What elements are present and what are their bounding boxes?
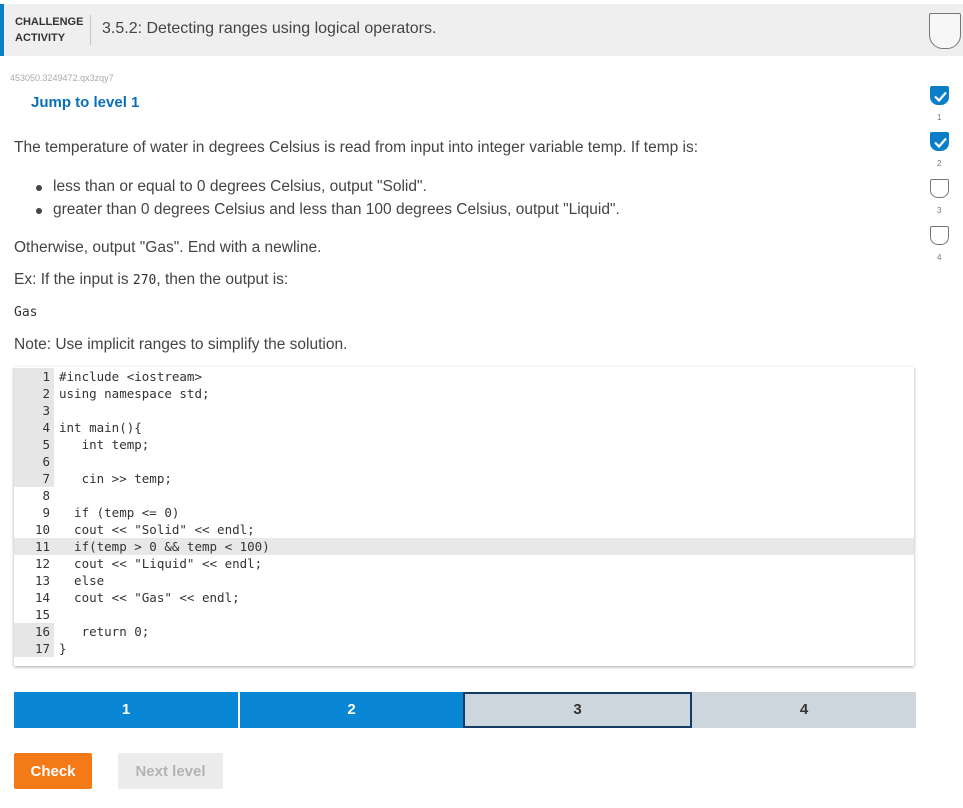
level-number: 2 <box>937 159 942 168</box>
example-suffix: , then the output is: <box>156 271 289 288</box>
line-number: 4 <box>14 419 54 436</box>
level-number: 3 <box>937 206 942 215</box>
level-2-status: 2 <box>930 132 950 168</box>
code-text: int main(){ <box>59 420 142 435</box>
line-number: 9 <box>42 505 50 520</box>
line-number: 16 <box>14 623 54 640</box>
level-progress-bar: 1 2 3 4 <box>14 692 916 728</box>
line-number: 10 <box>34 522 50 537</box>
code-line: 5 int temp; <box>14 436 914 453</box>
line-number: 12 <box>34 556 50 571</box>
example-text: Ex: If the input is 270, then the output… <box>14 271 288 289</box>
code-editor[interactable]: 1 #include <iostream> 2 using namespace st… <box>14 367 914 666</box>
activity-type-label: CHALLENGE ACTIVITY <box>15 14 85 46</box>
code-line[interactable]: 13 else <box>14 572 914 589</box>
code-text[interactable]: cout << "Solid" << endl; <box>59 521 255 538</box>
sample-output: Gas <box>14 305 38 320</box>
line-number: 13 <box>34 573 50 588</box>
jump-to-level-link[interactable]: Jump to level 1 <box>31 94 139 111</box>
line-number: 3 <box>14 402 54 419</box>
activity-type-line1: CHALLENGE <box>15 16 84 28</box>
level-3-status: 3 <box>930 179 950 215</box>
line-number: 15 <box>34 607 50 622</box>
condition-item: greater than 0 degrees Celsius and less … <box>32 201 620 224</box>
line-number: 17 <box>14 640 54 657</box>
problem-prompt: The temperature of water in degrees Cels… <box>14 139 699 156</box>
note-text: Note: Use implicit ranges to simplify th… <box>14 336 348 353</box>
code-text[interactable]: if (temp <= 0) <box>59 504 179 521</box>
code-text[interactable]: if(temp > 0 && temp < 100) <box>59 538 270 555</box>
check-button[interactable]: Check <box>14 753 92 789</box>
line-number: 14 <box>34 590 50 605</box>
activity-title: 3.5.2: Detecting ranges using logical op… <box>102 20 437 37</box>
example-input: 270 <box>132 273 157 288</box>
line-number: 5 <box>14 436 54 453</box>
code-text[interactable]: cout << "Gas" << endl; <box>59 589 240 606</box>
example-prefix: Ex: If the input is <box>14 271 133 288</box>
code-text: return 0; <box>59 624 150 639</box>
code-line: 2 using namespace std; <box>14 385 914 402</box>
activity-type-line2: ACTIVITY <box>15 32 66 44</box>
next-level-button[interactable]: Next level <box>118 753 223 789</box>
code-text: cin >> temp; <box>59 471 172 486</box>
progress-level-4[interactable]: 4 <box>692 692 916 728</box>
code-text: } <box>59 641 67 656</box>
code-line: 7 cin >> temp; <box>14 470 914 487</box>
code-line[interactable]: 9 if (temp <= 0) <box>14 504 914 521</box>
line-number: 8 <box>42 488 50 503</box>
code-line: 3 <box>14 402 914 419</box>
code-line[interactable]: 15 <box>14 606 914 623</box>
code-line: 17} <box>14 640 914 657</box>
code-line: 16 return 0; <box>14 623 914 640</box>
code-text: #include <iostream> <box>59 369 202 384</box>
line-number: 2 <box>14 385 54 402</box>
condition-list: less than or equal to 0 degrees Celsius,… <box>32 178 620 224</box>
header-divider <box>90 15 91 45</box>
code-line: 1 #include <iostream> <box>14 368 914 385</box>
level-1-status: 1 <box>930 86 950 122</box>
code-line: 6 <box>14 453 914 470</box>
code-line[interactable]: 8 <box>14 487 914 504</box>
level-number: 4 <box>937 253 942 262</box>
line-number: 7 <box>14 470 54 487</box>
code-line[interactable]: 14 cout << "Gas" << endl; <box>14 589 914 606</box>
code-line[interactable]: 12 cout << "Liquid" << endl; <box>14 555 914 572</box>
condition-item: less than or equal to 0 degrees Celsius,… <box>32 178 620 201</box>
level-4-status: 4 <box>930 226 950 262</box>
completion-badge-icon <box>929 13 961 49</box>
code-text: int temp; <box>59 437 150 452</box>
code-text[interactable]: else <box>59 572 104 589</box>
line-number: 6 <box>14 453 54 470</box>
code-text: using namespace std; <box>59 386 210 401</box>
activity-id: 453050.3249472.qx3zqy7 <box>10 73 114 83</box>
line-number: 1 <box>14 368 54 385</box>
code-line[interactable]: 10 cout << "Solid" << endl; <box>14 521 914 538</box>
progress-level-1[interactable]: 1 <box>14 692 238 728</box>
progress-level-2[interactable]: 2 <box>240 692 463 728</box>
code-line-active[interactable]: 11 if(temp > 0 && temp < 100) <box>14 538 914 555</box>
checkbox-empty-icon <box>930 226 949 245</box>
code-line: 4 int main(){ <box>14 419 914 436</box>
progress-level-3[interactable]: 3 <box>463 692 692 728</box>
code-text[interactable]: cout << "Liquid" << endl; <box>59 555 262 572</box>
checkbox-checked-icon <box>930 132 949 151</box>
line-number: 11 <box>34 539 50 554</box>
checkbox-checked-icon <box>930 86 949 105</box>
otherwise-text: Otherwise, output "Gas". End with a newl… <box>14 239 322 256</box>
activity-header: CHALLENGE ACTIVITY 3.5.2: Detecting rang… <box>0 4 963 56</box>
checkbox-empty-icon <box>930 179 949 198</box>
level-number: 1 <box>937 113 942 122</box>
